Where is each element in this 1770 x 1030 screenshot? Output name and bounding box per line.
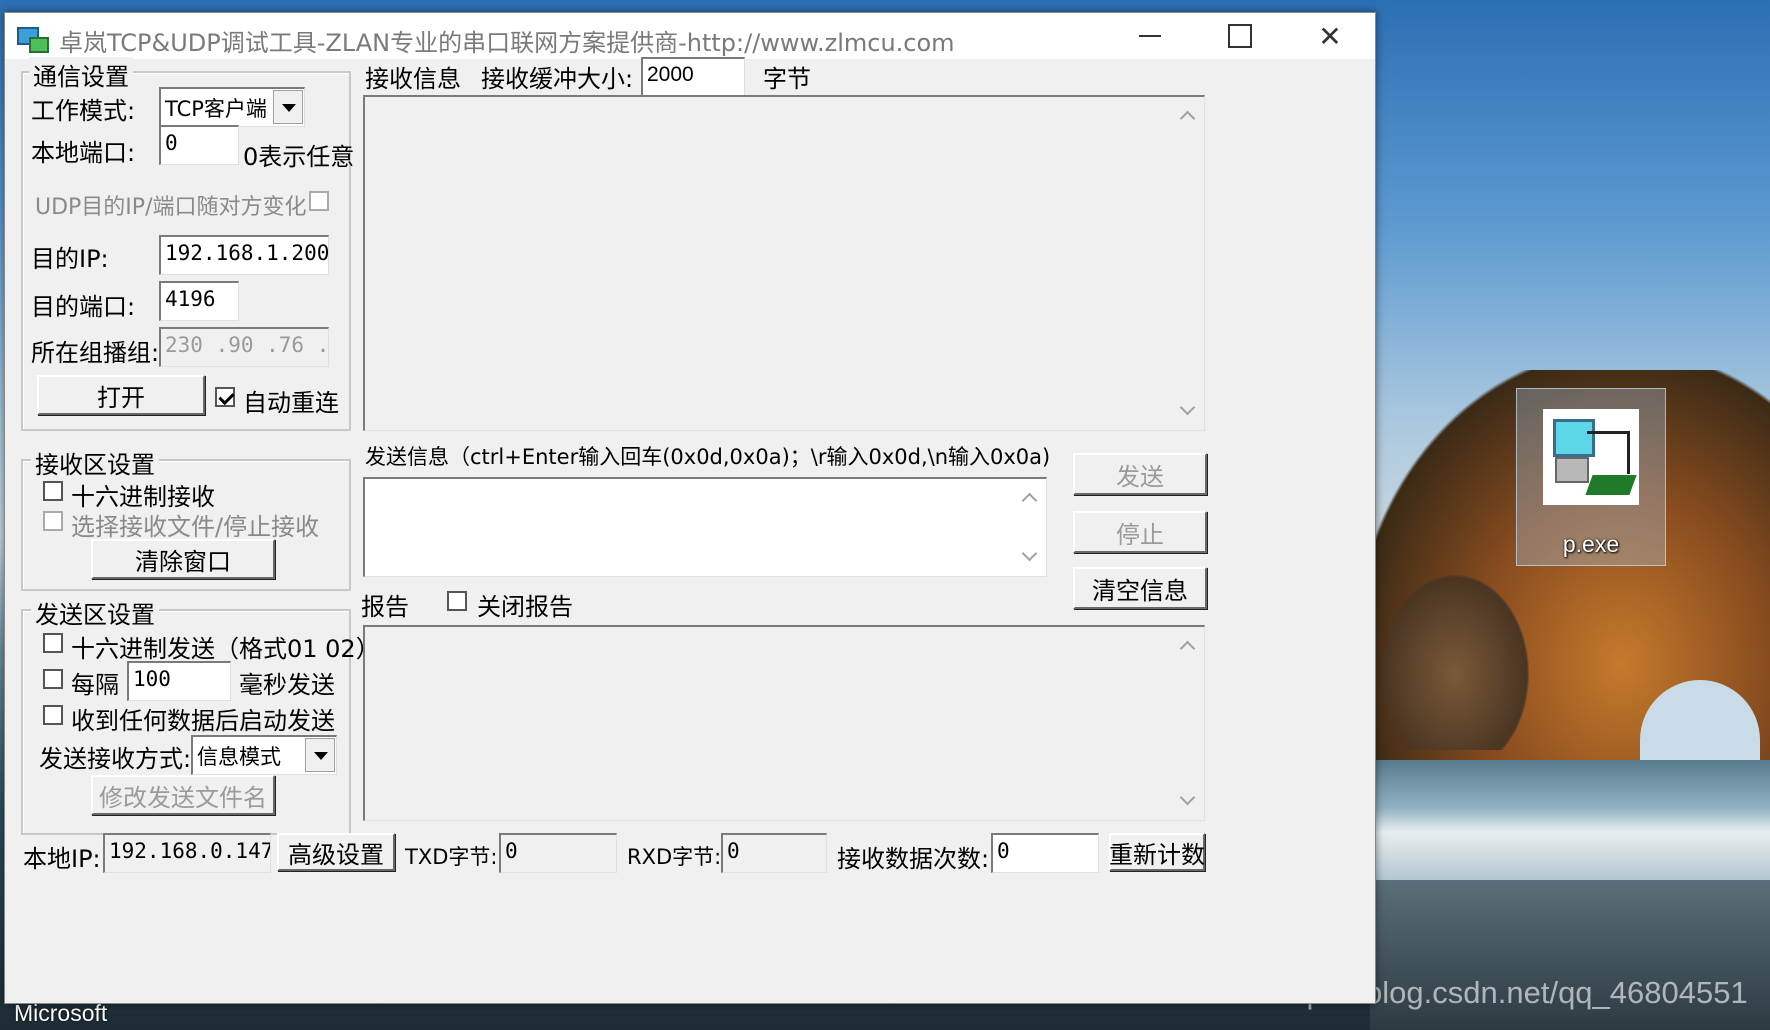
send-mode-label: 发送接收方式: (39, 745, 192, 773)
recv-file-label: 选择接收文件/停止接收 (71, 513, 320, 541)
app-window: 卓岚TCP&UDP调试工具-ZLAN专业的串口联网方案提供商-http://ww… (4, 12, 1376, 1004)
recount-button[interactable]: 重新计数 (1109, 833, 1205, 871)
report-label: 报告 (361, 593, 409, 621)
desktop-icon-p-exe[interactable]: p.exe (1516, 388, 1666, 566)
stop-button[interactable]: 停止 (1073, 511, 1207, 553)
close-button[interactable]: ✕ (1285, 13, 1375, 59)
close-icon: ✕ (1318, 19, 1342, 53)
open-button[interactable]: 打开 (37, 375, 205, 415)
scroll-down-icon[interactable] (1182, 794, 1196, 808)
txd-bytes-value: 0 (499, 833, 617, 873)
interval-input[interactable]: 100 (127, 661, 231, 701)
hex-send-label: 十六进制发送（格式01 02） (71, 635, 380, 663)
scroll-down-icon[interactable] (1024, 550, 1038, 564)
local-port-input[interactable]: 0 (159, 125, 239, 165)
dest-port-input[interactable]: 4196 (159, 281, 239, 321)
send-on-recv-checkbox[interactable] (43, 705, 63, 725)
interval-suffix-label: 毫秒发送 (239, 671, 335, 699)
work-mode-label: 工作模式: (31, 97, 136, 125)
chevron-down-icon[interactable] (273, 90, 303, 124)
report-textarea[interactable] (363, 625, 1205, 821)
clear-window-button[interactable]: 清除窗口 (91, 539, 275, 579)
auto-reconnect-label: 自动重连 (243, 389, 339, 417)
dest-port-label: 目的端口: (31, 293, 136, 321)
local-port-label: 本地端口: (31, 139, 136, 167)
receive-label: 接收信息 (365, 65, 461, 93)
send-on-recv-label: 收到任何数据后启动发送 (71, 707, 335, 735)
interval-prefix-label: 每隔 (71, 671, 119, 699)
send-button[interactable]: 发送 (1073, 453, 1207, 495)
app-icon (17, 25, 49, 53)
chevron-down-icon[interactable] (305, 738, 335, 772)
desktop-icon-label: p.exe (1562, 531, 1620, 557)
txd-bytes-label: TXD字节: (405, 845, 498, 869)
multicast-group-input[interactable]: 230 .90 .76 . 1 (159, 327, 329, 367)
dest-ip-label: 目的IP: (31, 245, 109, 273)
send-textarea[interactable] (363, 477, 1047, 577)
sea (1370, 760, 1770, 880)
recv-count-label: 接收数据次数: (837, 845, 990, 873)
network-computer-icon (1543, 409, 1639, 505)
work-mode-select[interactable]: TCP客户端 (159, 87, 305, 127)
comm-settings-title: 通信设置 (29, 57, 133, 92)
send-settings-title: 发送区设置 (31, 595, 159, 630)
recv-file-checkbox[interactable] (43, 511, 63, 531)
work-mode-value: TCP客户端 (165, 97, 267, 121)
local-ip-label: 本地IP: (23, 845, 101, 873)
scroll-up-icon[interactable] (1024, 491, 1038, 505)
sea-stack-rock (1370, 560, 1540, 750)
local-ip-value: 192.168.0.147 (103, 833, 271, 873)
close-report-checkbox[interactable] (447, 591, 467, 611)
interval-send-checkbox[interactable] (43, 669, 63, 689)
send-mode-select[interactable]: 信息模式 (191, 735, 337, 775)
scroll-down-icon[interactable] (1182, 404, 1196, 418)
rxd-bytes-value: 0 (721, 833, 827, 873)
clear-info-button[interactable]: 清空信息 (1073, 567, 1207, 609)
modify-send-file-button[interactable]: 修改发送文件名 (91, 775, 275, 815)
udp-follow-label: UDP目的IP/端口随对方变化 (35, 195, 307, 220)
buffer-size-label: 接收缓冲大小: (481, 65, 634, 93)
hex-recv-checkbox[interactable] (43, 481, 63, 501)
scroll-up-icon[interactable] (1182, 109, 1196, 123)
scroll-up-icon[interactable] (1182, 639, 1196, 653)
udp-follow-checkbox[interactable] (309, 191, 329, 211)
advanced-settings-button[interactable]: 高级设置 (277, 833, 395, 871)
maximize-button[interactable] (1195, 13, 1285, 59)
send-info-label: 发送信息（ctrl+Enter输入回车(0x0d,0x0a)；\r输入0x0d,… (365, 445, 1051, 469)
recv-count-value: 0 (991, 833, 1099, 873)
close-report-label: 关闭报告 (477, 593, 573, 621)
minimize-button[interactable] (1105, 13, 1195, 59)
buffer-size-input[interactable]: 2000 (641, 57, 745, 97)
recv-settings-title: 接收区设置 (31, 445, 159, 480)
receive-textarea[interactable] (363, 95, 1205, 431)
hex-send-checkbox[interactable] (43, 633, 63, 653)
send-mode-value: 信息模式 (197, 745, 281, 769)
dest-ip-input[interactable]: 192.168.1.200 (159, 235, 329, 275)
buffer-unit-label: 字节 (763, 65, 811, 93)
rxd-bytes-label: RXD字节: (627, 845, 722, 869)
taskbar-text: Microsoft (14, 1000, 108, 1026)
auto-reconnect-checkbox[interactable] (215, 387, 235, 407)
minimize-icon (1139, 35, 1161, 37)
maximize-icon (1228, 24, 1252, 48)
window-title: 卓岚TCP&UDP调试工具-ZLAN专业的串口联网方案提供商-http://ww… (59, 29, 955, 57)
local-port-hint: 0表示任意 (243, 143, 355, 171)
multicast-group-label: 所在组播组: (31, 339, 160, 367)
title-bar[interactable]: 卓岚TCP&UDP调试工具-ZLAN专业的串口联网方案提供商-http://ww… (5, 13, 1375, 59)
